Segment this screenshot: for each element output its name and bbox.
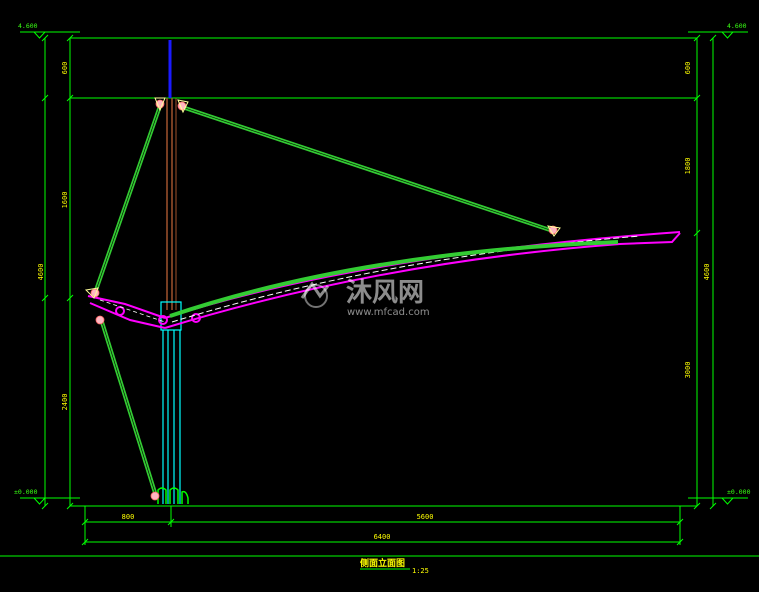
level-ground-right: ±0.000 [727,488,751,496]
dim-bottom-total: 6400 [374,533,391,541]
main-mast [166,40,177,310]
watermark-en: www.mfcad.com [347,307,430,318]
connection-nodes [90,99,558,501]
watermark: 沐风网 www.mfcad.com [300,278,430,318]
dim-right-total: 4600 [703,264,711,281]
watermark-cn: 沐风网 [346,278,424,308]
drawing-title: 侧面立面图 [360,557,405,569]
elevation-drawing: 600 1600 4600 2400 600 1800 4600 3000 80… [0,22,759,575]
steel-column [160,301,182,504]
watermark-logo-icon [300,281,330,308]
dim-left-top: 600 [61,62,69,75]
dim-bottom-left: 800 [122,513,135,521]
level-top-left: 4.600 [18,22,38,30]
node-brackets [84,97,561,299]
dim-bottom-right: 5600 [417,513,434,521]
dim-right-middle: 1800 [684,158,692,175]
dim-right-top: 600 [684,62,692,75]
dim-left-bottom: 2400 [61,394,69,411]
level-markers [32,31,735,505]
dim-left-middle: 1600 [61,192,69,209]
dim-left-total: 4600 [37,264,45,281]
ground-base-plate [84,505,681,523]
truss-inner-lines [94,105,554,497]
drawing-scale: 1:25 [412,567,429,575]
level-top-right: 4.600 [727,22,747,30]
level-ground-left: ±0.000 [14,488,38,496]
dim-right-bottom: 3000 [684,362,692,379]
